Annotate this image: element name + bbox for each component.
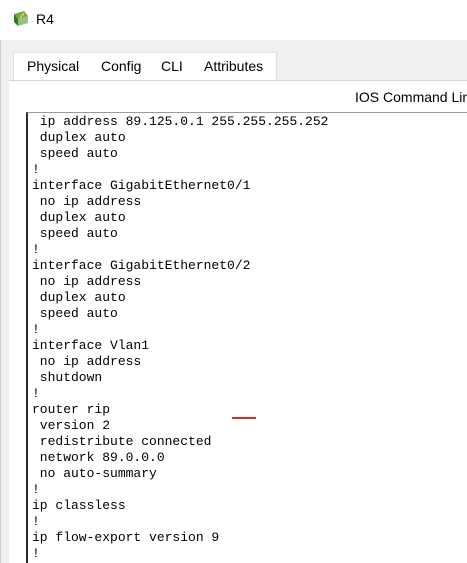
red-annotation-underline	[232, 417, 256, 419]
terminal-line: redistribute connected	[32, 434, 212, 449]
terminal-line: !	[32, 386, 40, 401]
tab-cli[interactable]: CLI	[161, 58, 183, 74]
tab-physical[interactable]: Physical	[27, 58, 79, 74]
title-bar: R4	[0, 0, 467, 41]
terminal-line: interface GigabitEthernet0/2	[32, 258, 251, 273]
tab-config[interactable]: Config	[101, 58, 141, 74]
terminal-line: ip classless	[32, 498, 126, 513]
terminal-line: no ip address	[32, 354, 142, 369]
window-client-area: Physical Config CLI Attributes IOS Comma…	[0, 40, 467, 563]
terminal-line: speed auto	[32, 306, 118, 321]
tab-bar: Physical Config CLI Attributes	[13, 52, 277, 86]
terminal-line: !	[32, 546, 40, 561]
terminal-line: interface GigabitEthernet0/1	[32, 178, 251, 193]
packet-tracer-router-icon	[14, 11, 28, 26]
router-config-window: R4 Physical Config CLI Attributes IOS Co…	[0, 0, 467, 563]
terminal-line: duplex auto	[32, 210, 126, 225]
terminal-line: !	[32, 322, 40, 337]
terminal-line: version 2	[32, 418, 111, 433]
panel-header: IOS Command Line Interface	[355, 89, 467, 105]
terminal-line: ip address 89.125.0.1 255.255.255.252	[32, 114, 329, 129]
terminal-line: no auto-summary	[32, 466, 157, 481]
terminal-line: no ip address	[32, 274, 142, 289]
terminal-line: !	[32, 242, 40, 257]
terminal-line: duplex auto	[32, 130, 126, 145]
cli-terminal[interactable]: ip address 89.125.0.1 255.255.255.252 du…	[26, 112, 467, 563]
terminal-line: speed auto	[32, 146, 118, 161]
terminal-line: !	[32, 482, 40, 497]
tab-attributes[interactable]: Attributes	[204, 58, 263, 74]
terminal-line: duplex auto	[32, 290, 126, 305]
terminal-line: speed auto	[32, 226, 118, 241]
terminal-line: no ip address	[32, 194, 142, 209]
terminal-line: interface Vlan1	[32, 338, 150, 353]
terminal-line: router rip	[32, 402, 111, 417]
cli-panel: IOS Command Line Interface ip address 89…	[9, 80, 467, 563]
terminal-line: !	[32, 514, 40, 529]
terminal-line: network 89.0.0.0	[32, 450, 165, 465]
terminal-line: !	[32, 162, 40, 177]
window-title: R4	[36, 11, 54, 27]
terminal-line: shutdown	[32, 370, 103, 385]
terminal-output: ip address 89.125.0.1 255.255.255.252 du…	[32, 114, 328, 562]
terminal-line: ip flow-export version 9	[32, 530, 220, 545]
